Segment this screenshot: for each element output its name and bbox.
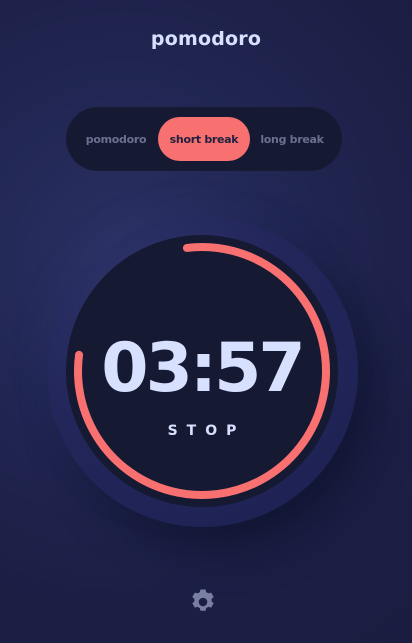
app-title: pomodoro xyxy=(150,28,262,50)
mode-long-break-tab[interactable]: long break xyxy=(250,117,334,161)
mode-pomodoro-tab[interactable]: pomodoro xyxy=(74,117,158,161)
time-remaining: 03:57 xyxy=(101,329,305,408)
mode-selector: pomodoro short break long break xyxy=(66,107,342,171)
mode-short-break-tab[interactable]: short break xyxy=(158,117,250,161)
gear-icon[interactable] xyxy=(188,587,218,617)
stop-button[interactable]: STOP xyxy=(66,423,338,439)
